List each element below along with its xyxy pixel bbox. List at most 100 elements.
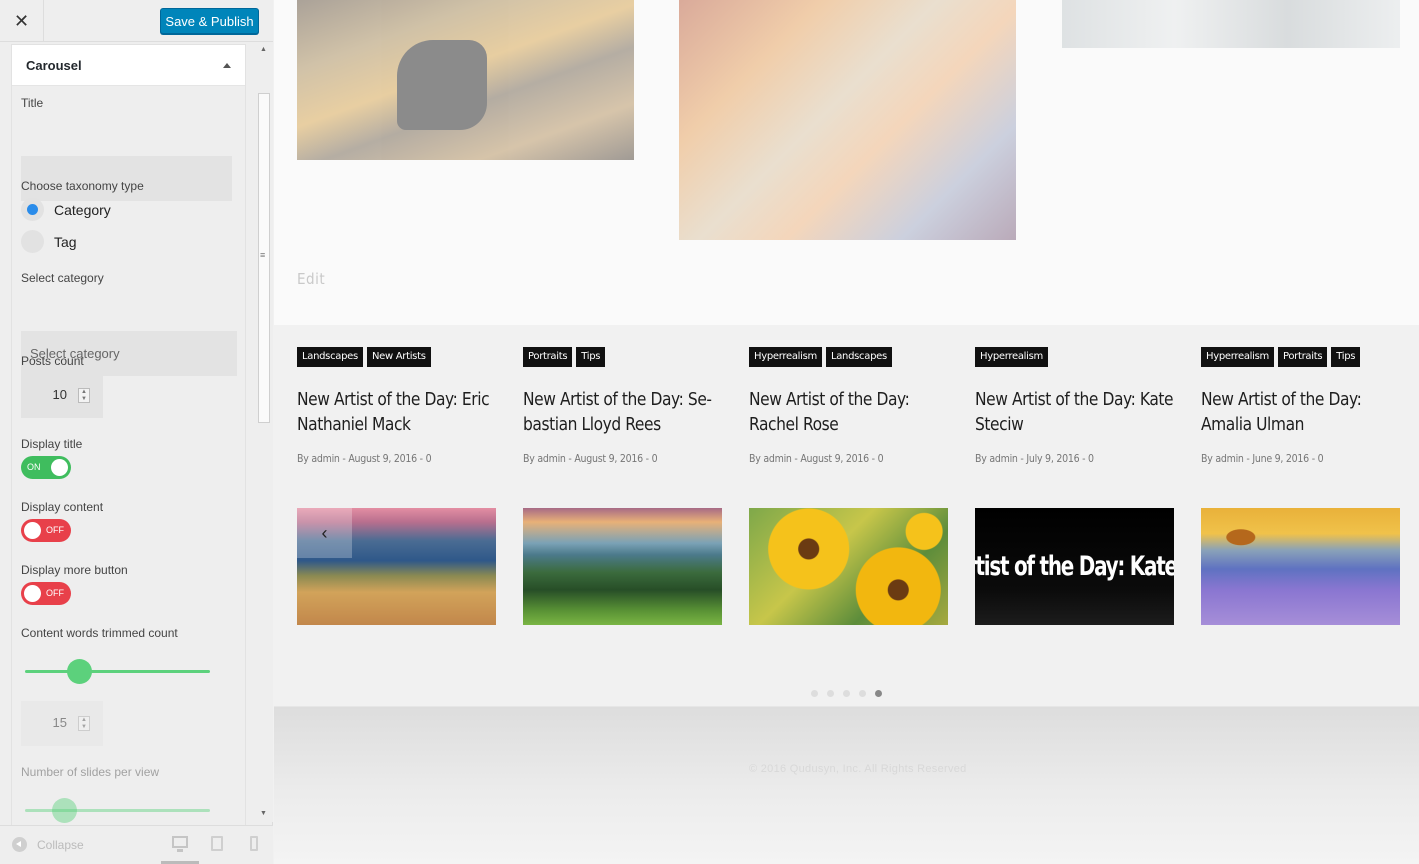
taxonomy-label: Choose taxonomy type bbox=[21, 179, 144, 193]
post-meta: By admin - July 9, 2016 - 0 bbox=[975, 452, 1094, 465]
carousel-panel: Carousel Title Choose taxonomy type Cate… bbox=[11, 44, 246, 844]
gallery-section: Edit bbox=[274, 0, 1419, 325]
slider-handle[interactable] bbox=[52, 798, 77, 823]
post-title[interactable]: New Artist of the Day: Rachel Rose bbox=[749, 387, 949, 437]
edit-link[interactable]: Edit bbox=[297, 270, 325, 288]
toggle-state: ON bbox=[27, 462, 41, 472]
display-title-toggle[interactable]: ON bbox=[21, 456, 71, 479]
trim-count-value: 15 bbox=[52, 715, 67, 730]
display-more-label: Display more button bbox=[21, 563, 128, 577]
tag-badge[interactable]: Hyperrealism bbox=[1201, 347, 1274, 367]
tag-badge[interactable]: Landscapes bbox=[297, 347, 363, 367]
pagination-dot[interactable] bbox=[843, 690, 850, 697]
customizer-footer: Collapse bbox=[0, 825, 273, 864]
collapse-arrow-icon[interactable] bbox=[12, 837, 27, 852]
close-icon[interactable]: ✕ bbox=[0, 0, 44, 42]
painting-boots-image bbox=[297, 0, 634, 160]
carousel-pagination bbox=[811, 690, 882, 697]
site-preview: Edit Landscapes New Artists New Artist o… bbox=[274, 0, 1419, 864]
section-title: Carousel bbox=[26, 57, 82, 73]
trim-count-slider[interactable] bbox=[25, 670, 210, 673]
chevron-up-icon[interactable] bbox=[223, 62, 231, 68]
title-label: Title bbox=[21, 96, 44, 110]
spinner-icon[interactable]: ▲ ▼ bbox=[78, 716, 90, 731]
radio-tag-label: Tag bbox=[54, 233, 77, 250]
thumbnail-text: Artist of the Day: Kate S bbox=[975, 551, 1174, 582]
post-tags: Hyperrealism Landscapes bbox=[749, 347, 892, 367]
customizer-sidebar: ✕ Save & Publish Carousel Title Choose t… bbox=[0, 0, 273, 864]
tag-badge[interactable]: Tips bbox=[576, 347, 606, 367]
post-title[interactable]: New Artist of the Day: Amalia Ulman bbox=[1201, 387, 1401, 437]
post-thumbnail[interactable]: ‹ bbox=[297, 508, 496, 625]
copyright-text: © 2016 Qudusyn, Inc. All Rights Reserved bbox=[749, 763, 967, 775]
save-publish-button[interactable]: Save & Publish bbox=[160, 8, 259, 34]
post-thumbnail[interactable]: Artist of the Day: Kate S bbox=[975, 508, 1174, 625]
tag-badge[interactable]: Portraits bbox=[523, 347, 573, 367]
category-label: Select category bbox=[21, 271, 104, 285]
slider-handle[interactable] bbox=[67, 659, 92, 684]
tag-badge[interactable]: Hyperrealism bbox=[975, 347, 1048, 367]
display-content-toggle[interactable]: OFF bbox=[21, 519, 71, 542]
trim-count-label: Content words trimmed count bbox=[21, 626, 178, 640]
post-tags: Hyperrealism Portraits Tips bbox=[1201, 347, 1361, 367]
pagination-dot[interactable] bbox=[859, 690, 866, 697]
post-title[interactable]: New Artist of the Day: Eric Nathaniel Ma… bbox=[297, 387, 497, 437]
post-thumbnail[interactable] bbox=[749, 508, 948, 625]
post-title[interactable]: New Artist of the Day: Kate Steciw bbox=[975, 387, 1175, 437]
pagination-dot[interactable] bbox=[811, 690, 818, 697]
posts-carousel: Landscapes New Artists New Artist of the… bbox=[274, 325, 1419, 706]
slides-per-view-label: Number of slides per view bbox=[21, 765, 160, 779]
post-tags: Hyperrealism bbox=[975, 347, 1048, 367]
site-footer: © 2016 Qudusyn, Inc. All Rights Reserved bbox=[274, 706, 1419, 864]
post-meta: By admin - August 9, 2016 - 0 bbox=[297, 452, 432, 465]
post-thumbnail[interactable] bbox=[1201, 508, 1400, 625]
post-tags: Portraits Tips bbox=[523, 347, 606, 367]
tablet-preview-icon[interactable] bbox=[211, 836, 223, 851]
tag-badge[interactable]: Portraits bbox=[1277, 347, 1328, 367]
display-more-toggle[interactable]: OFF bbox=[21, 582, 71, 605]
collapse-button[interactable]: Collapse bbox=[37, 838, 84, 852]
spinner-icon[interactable]: ▲ ▼ bbox=[78, 388, 90, 403]
resize-grip-icon[interactable]: ≡ bbox=[260, 250, 265, 260]
tag-badge[interactable]: Tips bbox=[1331, 347, 1361, 367]
toggle-state: OFF bbox=[46, 525, 64, 535]
toggle-knob bbox=[51, 459, 68, 476]
post-meta: By admin - August 9, 2016 - 0 bbox=[523, 452, 658, 465]
display-title-label: Display title bbox=[21, 437, 83, 451]
trim-count-input[interactable]: 15 ▲ ▼ bbox=[21, 701, 103, 746]
post-meta: By admin - June 9, 2016 - 0 bbox=[1201, 452, 1324, 465]
tag-badge[interactable]: New Artists bbox=[366, 347, 431, 367]
tag-badge[interactable]: Landscapes bbox=[825, 347, 892, 367]
posts-count-label: Posts count bbox=[21, 354, 84, 368]
carousel-section-header[interactable]: Carousel bbox=[12, 45, 245, 86]
radio-tag[interactable]: Tag bbox=[21, 230, 77, 253]
toggle-knob bbox=[24, 585, 41, 602]
toggle-knob bbox=[24, 522, 41, 539]
painting-portrait-image bbox=[679, 0, 1016, 240]
toggle-state: OFF bbox=[46, 588, 64, 598]
display-content-label: Display content bbox=[21, 500, 104, 514]
scroll-up-icon[interactable]: ▲ bbox=[260, 46, 267, 53]
post-tags: Landscapes New Artists bbox=[297, 347, 431, 367]
carousel-controls: Title Choose taxonomy type Category Tag … bbox=[12, 86, 245, 843]
desktop-preview-icon[interactable] bbox=[172, 836, 188, 852]
tag-badge[interactable]: Hyperrealism bbox=[749, 347, 822, 367]
pagination-dot[interactable] bbox=[827, 690, 834, 697]
scroll-down-icon[interactable]: ▼ bbox=[260, 810, 267, 817]
radio-unselected-icon[interactable] bbox=[21, 230, 44, 253]
painting-abstract-image bbox=[1062, 0, 1400, 48]
radio-category-label: Category bbox=[54, 201, 111, 218]
carousel-prev-button[interactable]: ‹ bbox=[297, 508, 352, 558]
post-title[interactable]: New Artist of the Day: Se-bastian Lloyd … bbox=[523, 387, 723, 437]
mobile-preview-icon[interactable] bbox=[250, 836, 258, 851]
posts-count-input[interactable]: 10 ▲ ▼ bbox=[21, 373, 103, 418]
pagination-dot-active[interactable] bbox=[875, 690, 882, 697]
boot-shape bbox=[397, 40, 487, 130]
post-thumbnail[interactable] bbox=[523, 508, 722, 625]
panel-scrollbar[interactable]: ▲ ▼ bbox=[256, 42, 273, 822]
radio-category[interactable]: Category bbox=[21, 198, 111, 221]
customizer-header: ✕ Save & Publish bbox=[0, 0, 273, 42]
posts-count-value: 10 bbox=[52, 387, 67, 402]
post-meta: By admin - August 9, 2016 - 0 bbox=[749, 452, 884, 465]
radio-selected-icon[interactable] bbox=[21, 198, 44, 221]
